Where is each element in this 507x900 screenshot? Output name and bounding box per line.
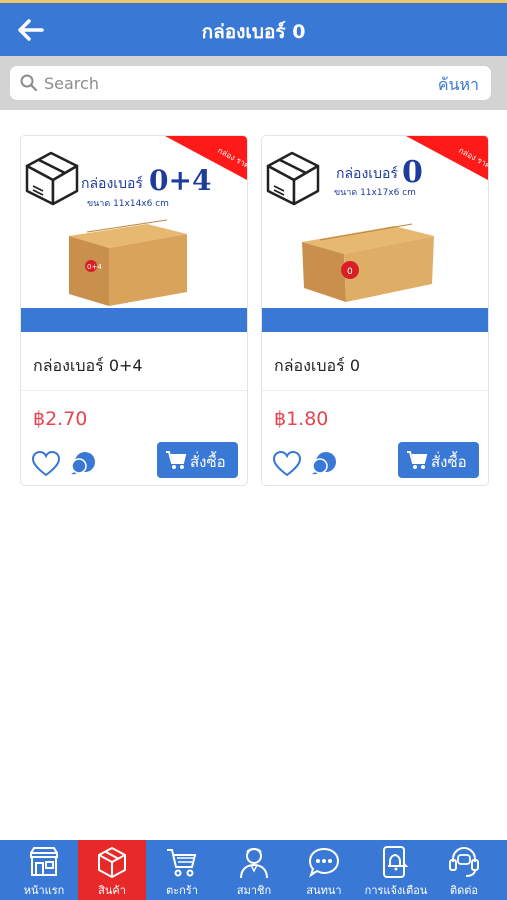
promo-ribbon: กล่อง ราคาถูก: [406, 136, 488, 180]
heart-icon[interactable]: [31, 450, 61, 478]
box-side-label: 0: [347, 267, 353, 277]
product-name[interactable]: กล่องเบอร์ 0: [274, 354, 360, 379]
page-title: กล่องเบอร์ 0: [201, 21, 306, 43]
product-price: ฿1.80: [274, 408, 329, 430]
home-store-icon: [30, 847, 58, 876]
chat-icon[interactable]: [310, 450, 338, 478]
divider: [21, 390, 247, 391]
cart-icon: [407, 451, 428, 469]
search-input[interactable]: [44, 71, 424, 95]
product-name[interactable]: กล่องเบอร์ 0+4: [33, 354, 143, 379]
nav-item-products[interactable]: สินค้า: [78, 840, 146, 900]
order-button[interactable]: สั่งซื้อ: [398, 442, 479, 478]
app-header: กล่องเบอร์ 0: [0, 3, 507, 56]
nav-label: สินค้า: [98, 884, 126, 897]
chat-icon[interactable]: [69, 450, 97, 478]
box-title: กล่องเบอร์: [336, 165, 398, 182]
cart-icon: [167, 849, 197, 877]
nav-item-member[interactable]: สมาชิก: [220, 840, 288, 900]
promo-ribbon: กล่อง ราคาถูก: [165, 136, 247, 180]
nav-label: หน้าแรก: [23, 884, 65, 897]
box-side-label: 0+4: [87, 263, 102, 271]
order-button-label: สั่งซื้อ: [190, 453, 226, 471]
nav-label: สมาชิก: [236, 884, 272, 897]
phone-notification-icon: [383, 846, 409, 878]
headset-icon: [449, 846, 479, 877]
product-image[interactable]: กล่องเบอร์ 0+4 ขนาด 11x14x6 cm 0+4 กล่อง…: [21, 136, 247, 308]
nav-item-chat[interactable]: สนทนา: [290, 840, 358, 900]
heart-icon[interactable]: [272, 450, 302, 478]
box-title: กล่องเบอร์: [81, 175, 143, 192]
image-bottom-bar: [21, 308, 247, 332]
search-button[interactable]: ค้นหา: [438, 73, 479, 98]
product-card[interactable]: กล่องเบอร์ 0 ขนาด 11x17x6 cm 0 กล่อง ราค…: [261, 135, 489, 486]
box-size: ขนาด 11x17x6 cm: [334, 188, 416, 198]
nav-label: ติดต่อ: [449, 884, 479, 897]
nav-label: สนทนา: [306, 884, 342, 897]
box-icon: [98, 847, 126, 878]
nav-item-notifications[interactable]: การแจ้งเตือน: [362, 840, 430, 900]
member-icon: [240, 848, 268, 879]
image-bottom-bar: [262, 308, 488, 332]
nav-label: การแจ้งเตือน: [364, 884, 428, 897]
nav-item-cart[interactable]: ตะกร้า: [148, 840, 216, 900]
cardboard-box-illustration: 0: [302, 223, 434, 302]
order-button-label: สั่งซื้อ: [431, 453, 467, 471]
search-box: ค้นหา: [10, 66, 491, 100]
cart-icon: [166, 451, 187, 469]
product-price: ฿2.70: [33, 408, 88, 430]
box-outline-icon: [266, 151, 320, 206]
search-icon: [20, 74, 38, 92]
box-outline-icon: [25, 151, 79, 206]
product-image[interactable]: กล่องเบอร์ 0 ขนาด 11x17x6 cm 0 กล่อง ราค…: [262, 136, 488, 308]
product-card[interactable]: กล่องเบอร์ 0+4 ขนาด 11x14x6 cm 0+4 กล่อง…: [20, 135, 248, 486]
nav-label: ตะกร้า: [166, 884, 198, 897]
chat-bubble-icon: [308, 847, 340, 878]
box-size: ขนาด 11x14x6 cm: [87, 199, 169, 209]
cardboard-box-illustration: 0+4: [69, 219, 187, 306]
search-bar: ค้นหา: [0, 56, 507, 110]
nav-item-home[interactable]: หน้าแรก: [10, 840, 78, 900]
divider: [262, 390, 488, 391]
bottom-nav: หน้าแรก สินค้า ตะกร้า สมาชิก สนทนา การแจ…: [0, 840, 507, 900]
nav-item-contact[interactable]: ติดต่อ: [430, 840, 498, 900]
order-button[interactable]: สั่งซื้อ: [157, 442, 238, 478]
